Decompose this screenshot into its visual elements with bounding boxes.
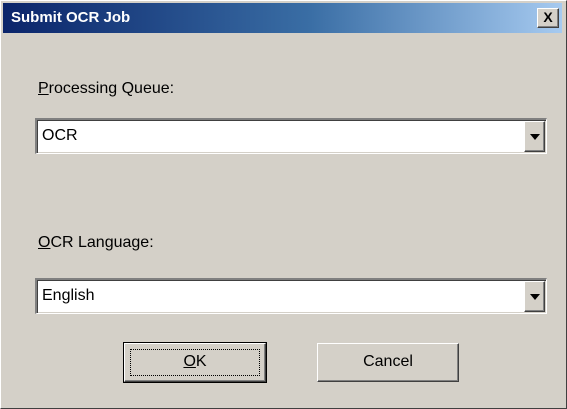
processing-queue-label: Processing Queue:	[38, 80, 174, 98]
ocr-language-label-text: CR Language:	[50, 234, 154, 251]
title-bar[interactable]: Submit OCR Job X	[3, 3, 562, 33]
submit-ocr-job-dialog: Submit OCR Job X Processing Queue: OCR O…	[0, 0, 567, 409]
processing-queue-value: OCR	[42, 127, 78, 144]
processing-queue-label-mnemonic: P	[38, 80, 49, 97]
processing-queue-label-text: rocessing Queue:	[48, 80, 175, 97]
ok-button-label-text: K	[195, 353, 207, 370]
processing-queue-select[interactable]: OCR	[35, 118, 547, 154]
processing-queue-dropdown-button[interactable]	[524, 121, 545, 152]
cancel-button[interactable]: Cancel	[317, 343, 459, 382]
ok-button[interactable]: OK	[123, 342, 267, 383]
ocr-language-label-mnemonic: O	[38, 234, 51, 251]
close-icon: X	[543, 9, 553, 25]
ok-button-label: OK	[183, 353, 206, 370]
ok-button-mnemonic: O	[183, 353, 196, 370]
cancel-button-label: Cancel	[363, 353, 413, 370]
window-title: Submit OCR Job	[11, 9, 131, 26]
ocr-language-dropdown-button[interactable]	[524, 281, 545, 312]
ocr-language-label: OCR Language:	[38, 234, 154, 252]
close-button[interactable]: X	[537, 8, 559, 28]
ocr-language-value: English	[42, 287, 95, 304]
ocr-language-select[interactable]: English	[35, 278, 547, 314]
